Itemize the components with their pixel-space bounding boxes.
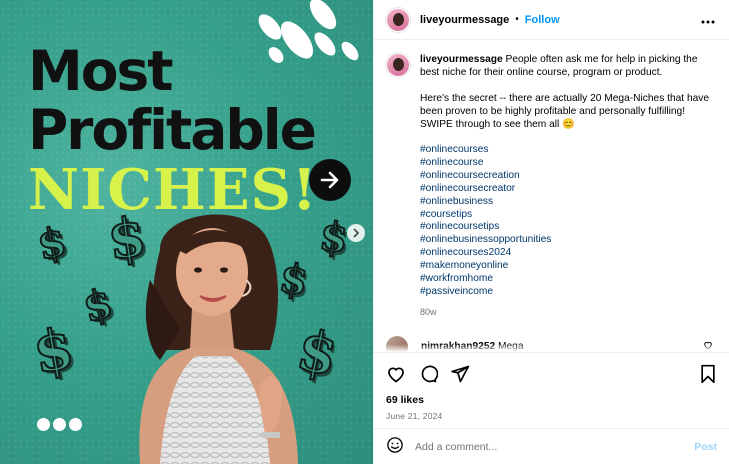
action-icons [386,363,717,385]
post-header: liveyourmessage • Follow [374,0,729,40]
hashtag-link[interactable]: #makemoneyonline [420,260,716,273]
brand-logo-icon [69,418,82,431]
hashtag-link[interactable]: #onlinecoursetips [420,221,716,234]
headline-most: Most [28,39,174,103]
hashtag-link[interactable]: #onlinecourse [420,157,716,170]
post-headline: Most Profitable NICHES! [28,39,318,219]
hashtag-link[interactable]: #coursetips [420,209,716,222]
brand-logos [37,418,82,431]
post-details-panel: liveyourmessage • Follow liveyourmessage… [373,0,729,464]
caption-body: Here's the secret -- there are actually … [420,93,710,130]
instagram-post-view: Most Profitable NICHES! $ $ $ $ $ $ $ li… [0,0,729,464]
comment-bubble-icon[interactable] [418,364,438,384]
post-comment-button[interactable]: Post [694,441,717,453]
save-bookmark-icon[interactable] [699,364,717,384]
caption-text: liveyourmessage People often ask me for … [420,53,716,319]
hashtag-link[interactable]: #onlinecourses2024 [420,247,716,260]
arrow-right-icon [309,159,351,201]
hashtag-link[interactable]: #passiveincome [420,286,716,299]
headline-profitable: Profitable [28,98,317,162]
share-paper-plane-icon[interactable] [450,364,470,384]
author-avatar[interactable] [386,7,410,32]
post-actions: 69 likes June 21, 2024 [374,352,729,421]
carousel-next-button[interactable] [347,224,365,242]
brand-logo-icon [37,418,50,431]
presenter-photo [139,214,298,464]
hashtag-link[interactable]: #workfromhome [420,273,716,286]
post-date: June 21, 2024 [386,411,443,421]
hashtag-link[interactable]: #onlinebusiness [420,196,716,209]
comments-fade [374,344,729,352]
add-comment-input[interactable] [415,440,695,453]
hashtag-list: #onlinecourses #onlinecourse #onlinecourse… [420,144,716,299]
header-separator: • [515,14,519,25]
comments-section[interactable]: liveyourmessage People often ask me for … [374,40,729,352]
post-age: 80w [420,306,437,317]
caption-author-avatar[interactable] [386,53,410,77]
add-comment-bar: Post [374,428,729,464]
hashtag-link[interactable]: #onlinecoursecreation [420,170,716,183]
hashtag-link[interactable]: #onlinecoursecreator [420,183,716,196]
brand-logo-icon [53,418,66,431]
emoji-icon[interactable] [386,436,404,457]
post-media-carousel[interactable]: Most Profitable NICHES! $ $ $ $ $ $ $ [0,0,373,464]
like-heart-icon[interactable] [386,364,406,384]
hashtag-link[interactable]: #onlinebusinessopportunities [420,234,716,247]
hashtag-link[interactable]: #onlinecourses [420,144,716,157]
author-username[interactable]: liveyourmessage [420,14,509,26]
follow-button[interactable]: Follow [525,14,560,26]
post-caption: liveyourmessage People often ask me for … [386,53,717,319]
caption-username[interactable]: liveyourmessage [420,54,503,65]
more-options-icon[interactable] [701,11,715,29]
likes-count[interactable]: 69 likes [386,394,717,406]
